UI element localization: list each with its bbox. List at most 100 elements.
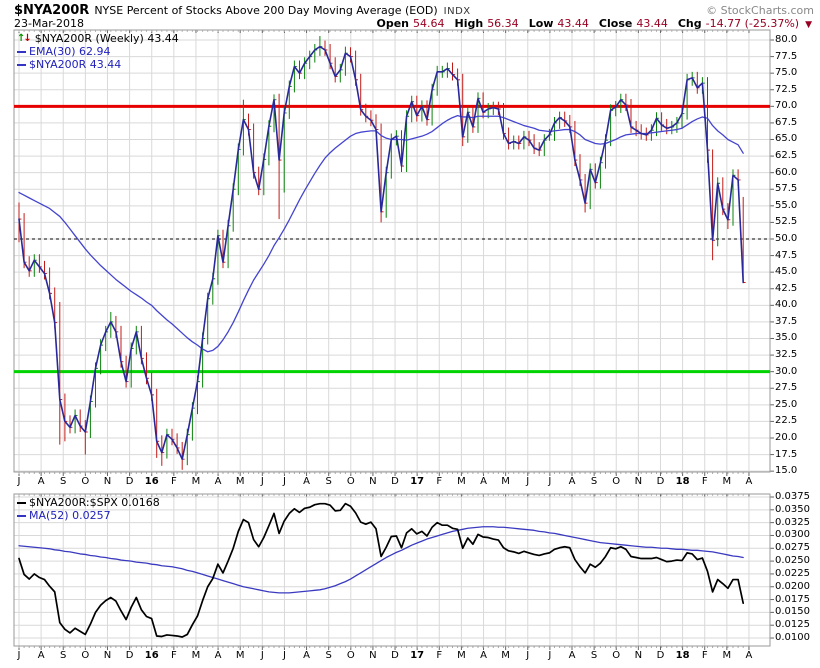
x-axis-month-label: O bbox=[81, 650, 90, 661]
lower-y-axis-label: 0.0375 bbox=[775, 491, 810, 502]
x-axis-month-label: M bbox=[501, 650, 510, 661]
x-axis-month-label: A bbox=[214, 476, 222, 487]
x-axis-month-label: A bbox=[568, 650, 576, 661]
x-axis-month-label: M bbox=[722, 650, 732, 661]
ohlc-readout: Open 54.64 High 56.34 Low 43.44 Close 43… bbox=[370, 17, 812, 30]
x-axis-month-label: A bbox=[745, 650, 753, 661]
main-y-axis-label: 17.5 bbox=[775, 448, 798, 460]
x-axis-month-label: F bbox=[436, 650, 443, 661]
x-axis-month-label: A bbox=[37, 476, 45, 487]
main-y-axis-label: 80.0 bbox=[775, 34, 798, 45]
main-y-axis-label: 65.0 bbox=[775, 133, 798, 145]
x-axis-month-label: 16 bbox=[144, 476, 159, 487]
chart-header: $NYA200R NYSE Percent of Stocks Above 20… bbox=[14, 3, 814, 18]
x-axis-month-label: J bbox=[260, 650, 264, 661]
main-y-axis-label: 70.0 bbox=[775, 100, 798, 112]
x-axis-month-label: N bbox=[369, 650, 377, 661]
x-axis-month-label: O bbox=[81, 476, 90, 487]
legend-item-close-line: $NYA200R 43.44 bbox=[17, 58, 179, 71]
x-axis-month-label: M bbox=[191, 650, 201, 661]
x-axis-month-label: N bbox=[634, 650, 643, 661]
updown-arrows-icon: ↑↓ bbox=[17, 33, 32, 44]
close-label: Close bbox=[598, 17, 633, 30]
x-axis-month-label: A bbox=[480, 476, 487, 487]
high-label: High bbox=[454, 17, 484, 30]
line-sample-icon bbox=[17, 514, 26, 517]
lower-y-axis-label: 0.0200 bbox=[775, 580, 810, 592]
x-axis-month-label: D bbox=[125, 476, 134, 487]
stockcharts-chart-page: $NYA200R NYSE Percent of Stocks Above 20… bbox=[0, 0, 820, 668]
legend-item-ratio: $NYA200R:$SPX 0.0168 bbox=[17, 496, 160, 509]
x-axis-month-label: M bbox=[235, 476, 245, 487]
x-axis-month-label: 16 bbox=[144, 650, 159, 661]
main-y-axis-label: 72.5 bbox=[775, 83, 798, 95]
x-axis-month-label: 18 bbox=[675, 650, 690, 661]
lower-y-axis-label: 0.0100 bbox=[775, 632, 810, 644]
watermark: © StockCharts.com bbox=[706, 4, 814, 17]
x-axis-month-label: J bbox=[526, 650, 530, 661]
x-axis-month-label: M bbox=[722, 476, 732, 487]
panel-border bbox=[13, 29, 771, 473]
x-axis-month-label: S bbox=[325, 476, 332, 487]
chart-canvas bbox=[13, 29, 774, 650]
x-axis-month-label: D bbox=[656, 650, 665, 661]
x-axis-month-label: A bbox=[480, 650, 487, 661]
x-axis-month-label: F bbox=[701, 650, 708, 661]
open-value: 54.64 bbox=[413, 17, 445, 30]
main-y-axis-label: 20.0 bbox=[775, 431, 798, 443]
main-y-axis-label: 55.0 bbox=[775, 199, 798, 211]
x-axis-month-label: M bbox=[235, 650, 245, 661]
x-axis-month-label: A bbox=[745, 476, 753, 487]
symbol: $NYA200R bbox=[14, 3, 90, 18]
main-y-axis-label: 77.5 bbox=[775, 50, 798, 62]
exchange-label: INDX bbox=[443, 6, 471, 17]
low-label: Low bbox=[528, 17, 554, 30]
x-axis-month-label: A bbox=[568, 476, 576, 487]
x-axis-month-label: J bbox=[260, 476, 264, 487]
chart-date: 23-Mar-2018 bbox=[14, 17, 84, 30]
lower-y-axis-label: 0.0125 bbox=[775, 619, 810, 631]
x-axis-month-label: O bbox=[612, 650, 621, 661]
chg-label: Chg bbox=[677, 17, 702, 30]
legend-label: MA(52) 0.0257 bbox=[29, 509, 111, 522]
x-axis-month-label: N bbox=[103, 476, 112, 487]
x-axis-month-label: A bbox=[303, 650, 310, 661]
quote-row: 23-Mar-2018 Open 54.64 High 56.34 Low 43… bbox=[14, 17, 812, 30]
x-axis-month-label: F bbox=[701, 476, 708, 487]
main-y-axis-label: 15.0 bbox=[775, 465, 798, 477]
line-sample-icon bbox=[17, 501, 26, 504]
ratio-line bbox=[18, 502, 745, 638]
x-axis-month-label: J bbox=[17, 650, 21, 661]
x-axis-month-label: J bbox=[282, 476, 286, 487]
main-y-axis-label: 37.5 bbox=[775, 315, 798, 327]
x-axis-month-label: D bbox=[125, 650, 134, 661]
x-axis-month-label: J bbox=[282, 650, 286, 661]
x-axis-month-label: J bbox=[548, 476, 552, 487]
high-value: 56.34 bbox=[487, 17, 519, 30]
legend-label: $NYA200R:$SPX 0.0168 bbox=[29, 496, 160, 509]
main-y-axis-label: 57.5 bbox=[775, 183, 798, 195]
x-axis-month-label: D bbox=[391, 476, 399, 487]
x-axis-month-label: 17 bbox=[410, 650, 425, 661]
x-axis-month-label: M bbox=[457, 476, 466, 487]
main-y-axis-label: 27.5 bbox=[775, 382, 798, 394]
x-axis-month-label: N bbox=[369, 476, 377, 487]
x-axis-month-label: A bbox=[303, 476, 310, 487]
lower-y-axis-label: 0.0325 bbox=[775, 516, 810, 528]
close-line bbox=[18, 45, 745, 461]
lower-y-axis-label: 0.0175 bbox=[775, 593, 810, 605]
x-axis-month-label: F bbox=[436, 476, 443, 487]
line-sample-icon bbox=[17, 50, 26, 53]
x-axis-month-label: J bbox=[548, 650, 552, 661]
main-y-axis-label: 75.0 bbox=[775, 67, 798, 79]
x-axis-month-label: S bbox=[60, 476, 67, 487]
close-value: 43.44 bbox=[636, 17, 668, 30]
page-title: NYSE Percent of Stocks Above 200 Day Mov… bbox=[94, 4, 438, 17]
main-y-axis-label: 32.5 bbox=[775, 349, 798, 361]
x-axis-month-label: O bbox=[346, 650, 355, 661]
x-axis-month-label: N bbox=[634, 476, 643, 487]
main-y-axis-label: 42.5 bbox=[775, 282, 798, 294]
x-axis-month-label: N bbox=[103, 650, 112, 661]
x-axis-month-label: M bbox=[191, 476, 201, 487]
x-axis-month-label: A bbox=[214, 650, 222, 661]
